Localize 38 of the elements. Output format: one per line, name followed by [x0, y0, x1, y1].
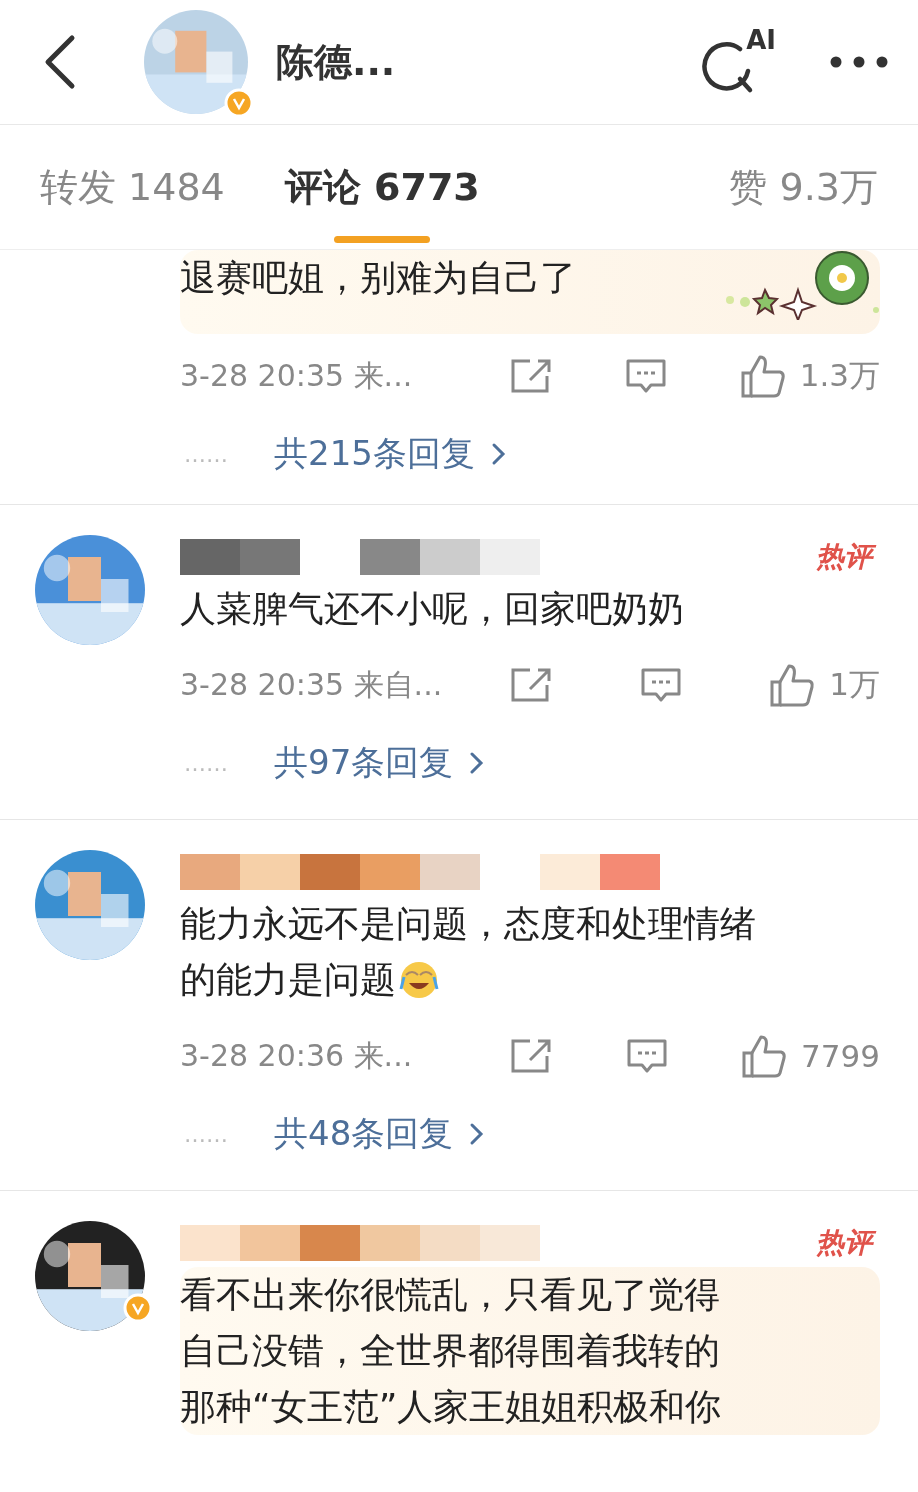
dots-separator: ……	[184, 750, 229, 776]
chevron-right-icon	[490, 441, 507, 467]
comment-text: 人菜脾气还不小呢，回家吧奶奶	[180, 587, 684, 631]
comment-text: 退赛吧姐，别难为自己了	[180, 256, 576, 300]
comment-text: 那种“女王范”人家王姐姐积极和你	[180, 1385, 722, 1429]
tab[interactable]: 评论 6773	[284, 124, 480, 250]
comment-time: 3-28 20:36 来...	[180, 1036, 414, 1075]
comment-time: 3-28 20:35 来自...	[180, 665, 444, 704]
comment-icon[interactable]	[624, 358, 667, 394]
thumbs-up-icon	[739, 353, 786, 399]
like-button[interactable]: 1万	[769, 662, 880, 708]
replies-link[interactable]: 共97条回复	[274, 740, 486, 786]
chevron-right-icon	[469, 1121, 486, 1147]
tab[interactable]: 转发 1484	[40, 124, 225, 250]
comment-time: 3-28 20:35 来...	[180, 356, 414, 395]
account-name[interactable]: 陈德...	[276, 36, 396, 88]
dots-separator: ……	[184, 1121, 229, 1147]
comment-icon[interactable]	[639, 667, 682, 703]
chevron-right-icon	[469, 750, 486, 776]
replies-link[interactable]: 共215条回复	[274, 431, 507, 477]
comment-text: 能力永远不是问题，态度和处理情绪	[180, 902, 756, 946]
thumbs-up-icon	[769, 662, 816, 708]
thumbs-up-icon	[741, 1033, 788, 1079]
like-button[interactable]: 7799	[741, 1033, 880, 1079]
replies-link[interactable]: 共48条回复	[274, 1111, 486, 1157]
comment-text: 看不出来你很慌乱，只看见了觉得	[180, 1273, 720, 1317]
hot-comment-label: 热评	[812, 1223, 880, 1263]
share-icon[interactable]	[510, 667, 552, 703]
share-icon[interactable]	[510, 358, 552, 394]
dots-separator: ……	[184, 441, 229, 467]
comment-text: 的能力是问题	[180, 958, 396, 1002]
ai-search-button[interactable]: AI	[700, 29, 776, 95]
comment-text: 自己没错，全世界都得围着我转的	[180, 1329, 720, 1373]
like-button[interactable]: 1.3万	[739, 353, 880, 399]
hot-comment-label: 热评	[812, 537, 880, 577]
comment-icon[interactable]	[625, 1038, 668, 1074]
tab[interactable]: 赞 9.3万	[729, 124, 878, 250]
share-icon[interactable]	[510, 1038, 552, 1074]
